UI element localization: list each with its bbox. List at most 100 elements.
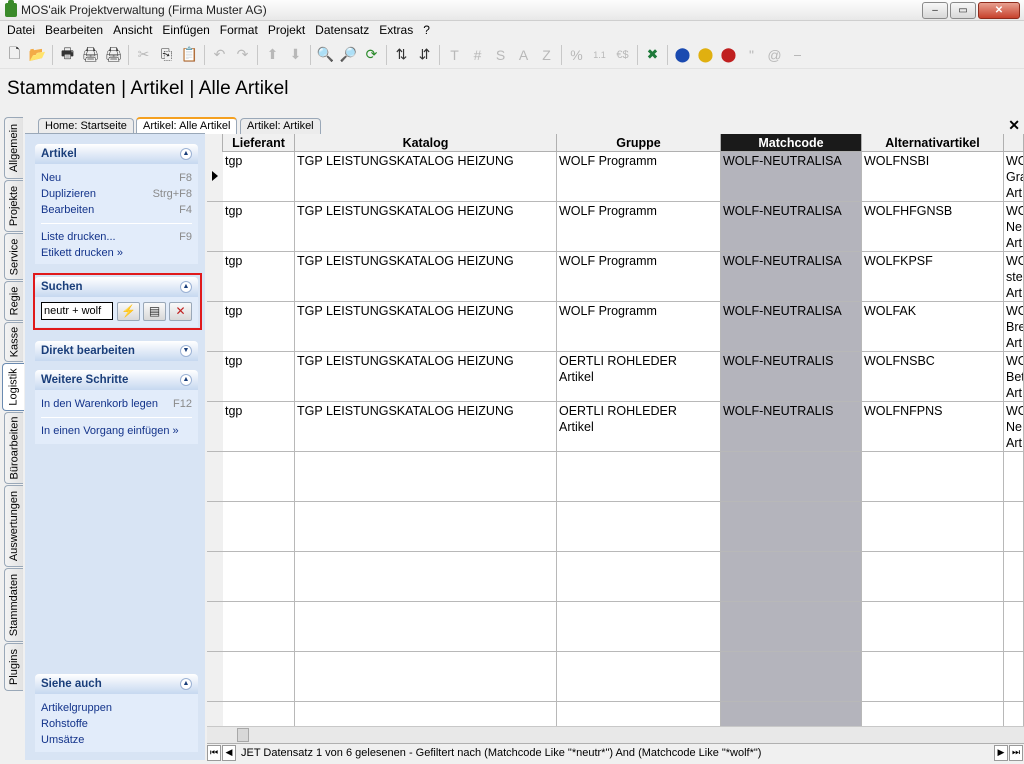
cell-more[interactable]: WO Ne Art	[1004, 402, 1024, 452]
excel-export-icon[interactable]: ✖	[641, 44, 664, 66]
copy-icon[interactable]: ⎘	[155, 44, 178, 66]
cell-lieferant[interactable]	[223, 502, 295, 552]
cell-matchcode[interactable]	[721, 702, 862, 726]
row-selector[interactable]	[207, 302, 223, 352]
text-format-icon[interactable]: T	[443, 44, 466, 66]
row-selector[interactable]	[207, 652, 223, 702]
link-rohstoffe[interactable]: Rohstoffe	[35, 716, 198, 732]
current-row-indicator[interactable]	[207, 152, 223, 202]
paste-icon[interactable]: 📋	[178, 44, 201, 66]
cell-matchcode[interactable]	[721, 652, 862, 702]
search-options-button[interactable]: ▤	[143, 302, 166, 321]
row-selector[interactable]	[207, 352, 223, 402]
row-selector[interactable]	[207, 702, 223, 726]
cell-katalog[interactable]: TGP LEISTUNGSKATALOG HEIZUNG	[295, 252, 557, 302]
cell-more[interactable]: WO Ne Art	[1004, 202, 1024, 252]
vtab-plugins[interactable]: Plugins	[4, 643, 23, 691]
refresh-icon[interactable]: ⟳	[360, 44, 383, 66]
task-duplizieren[interactable]: Duplizieren Strg+F8	[35, 186, 198, 202]
last-record-button[interactable]: ⏭	[1009, 744, 1023, 761]
print-preview-icon[interactable]: 🖨	[79, 44, 102, 66]
vtab-projekte[interactable]: Projekte	[4, 180, 23, 232]
cell-matchcode[interactable]: WOLF-NEUTRALIS	[721, 402, 862, 452]
row-selector[interactable]	[207, 452, 223, 502]
vtab-logistik[interactable]: Logistik	[2, 363, 24, 411]
cell-katalog[interactable]: TGP LEISTUNGSKATALOG HEIZUNG	[295, 352, 557, 402]
cell-lieferant[interactable]	[223, 602, 295, 652]
cell-lieferant[interactable]: tgp	[223, 202, 295, 252]
cell-gruppe[interactable]: WOLF Programm	[557, 252, 721, 302]
cell-alternativartikel[interactable]	[862, 552, 1004, 602]
column-header-more[interactable]	[1004, 134, 1024, 152]
cell-more[interactable]: WO Bet Art	[1004, 352, 1024, 402]
cell-matchcode[interactable]: WOLF-NEUTRALIS	[721, 352, 862, 402]
barcode-icon[interactable]: ⎯	[786, 44, 809, 66]
link-artikelgruppen[interactable]: Artikelgruppen	[35, 700, 198, 716]
cell-matchcode[interactable]	[721, 552, 862, 602]
column-header-katalog[interactable]: Katalog	[295, 134, 557, 152]
column-header-matchcode[interactable]: Matchcode	[721, 134, 862, 152]
menu-ansicht[interactable]: Ansicht	[108, 21, 157, 40]
cell-katalog[interactable]	[295, 602, 557, 652]
horizontal-scrollbar[interactable]	[207, 726, 1024, 743]
currency-icon[interactable]: €$	[611, 44, 634, 66]
row-selector[interactable]	[207, 402, 223, 452]
row-selector[interactable]	[207, 502, 223, 552]
row-selector[interactable]	[207, 202, 223, 252]
open-folder-icon[interactable]: 📂	[26, 44, 49, 66]
cell-lieferant[interactable]: tgp	[223, 302, 295, 352]
row-selector[interactable]	[207, 252, 223, 302]
cell-lieferant[interactable]: tgp	[223, 402, 295, 452]
email-icon[interactable]: @	[763, 44, 786, 66]
link-umsaetze[interactable]: Umsätze	[35, 732, 198, 748]
cell-matchcode[interactable]: WOLF-NEUTRALISA	[721, 202, 862, 252]
s-format-icon[interactable]: S	[489, 44, 512, 66]
menu-help[interactable]: ?	[418, 21, 435, 40]
cell-lieferant[interactable]: tgp	[223, 152, 295, 202]
collapse-icon[interactable]: ▲	[180, 374, 192, 386]
cell-gruppe[interactable]	[557, 452, 721, 502]
menu-format[interactable]: Format	[215, 21, 263, 40]
cell-alternativartikel[interactable]	[862, 602, 1004, 652]
cell-more[interactable]: WO ste Art	[1004, 252, 1024, 302]
vtab-regie[interactable]: Regie	[4, 281, 23, 321]
cell-gruppe[interactable]	[557, 702, 721, 726]
cell-more[interactable]	[1004, 552, 1024, 602]
cell-katalog[interactable]: TGP LEISTUNGSKATALOG HEIZUNG	[295, 202, 557, 252]
print-setup-icon[interactable]: 🖨	[102, 44, 125, 66]
cell-matchcode[interactable]	[721, 452, 862, 502]
tab-artikel-alle-artikel[interactable]: Artikel: Alle Artikel	[136, 117, 238, 134]
cell-gruppe[interactable]	[557, 652, 721, 702]
cell-lieferant[interactable]	[223, 702, 295, 726]
cell-gruppe[interactable]: WOLF Programm	[557, 202, 721, 252]
group-siehe-header[interactable]: Siehe auch ▲	[35, 674, 198, 694]
a-format-icon[interactable]: A	[512, 44, 535, 66]
z-format-icon[interactable]: Z	[535, 44, 558, 66]
menu-einfuegen[interactable]: Einfügen	[157, 21, 214, 40]
tab-home-startseite[interactable]: Home: Startseite	[38, 118, 134, 134]
cell-lieferant[interactable]: tgp	[223, 352, 295, 402]
cell-more[interactable]: WO Bre Art	[1004, 302, 1024, 352]
group-weitere-header[interactable]: Weitere Schritte ▲	[35, 370, 198, 390]
user-blue-icon[interactable]: ⬤	[671, 44, 694, 66]
cell-alternativartikel[interactable]: WOLFNFPNS	[862, 402, 1004, 452]
percent-icon[interactable]: %	[565, 44, 588, 66]
task-etikett-drucken[interactable]: Etikett drucken »	[35, 245, 198, 261]
new-file-icon[interactable]: 🗋	[3, 44, 26, 66]
search-clear-button[interactable]: ✕	[169, 302, 192, 321]
close-button[interactable]: ✕	[978, 2, 1020, 19]
find-icon[interactable]: 🔍	[314, 44, 337, 66]
cell-matchcode[interactable]: WOLF-NEUTRALISA	[721, 252, 862, 302]
sort-asc-icon[interactable]: ⇅	[390, 44, 413, 66]
row-selector[interactable]	[207, 602, 223, 652]
move-up-icon[interactable]: ⬆	[261, 44, 284, 66]
cell-katalog[interactable]	[295, 452, 557, 502]
vtab-stammdaten[interactable]: Stammdaten	[4, 568, 23, 642]
scrollbar-thumb[interactable]	[237, 728, 249, 742]
vtab-bueroarbeiten[interactable]: Büroarbeiten	[4, 412, 23, 484]
column-header-lieferant[interactable]: Lieferant	[223, 134, 295, 152]
user-red-icon[interactable]: ⬤	[717, 44, 740, 66]
cell-more[interactable]	[1004, 452, 1024, 502]
cell-gruppe[interactable]: WOLF Programm	[557, 302, 721, 352]
cell-katalog[interactable]	[295, 552, 557, 602]
